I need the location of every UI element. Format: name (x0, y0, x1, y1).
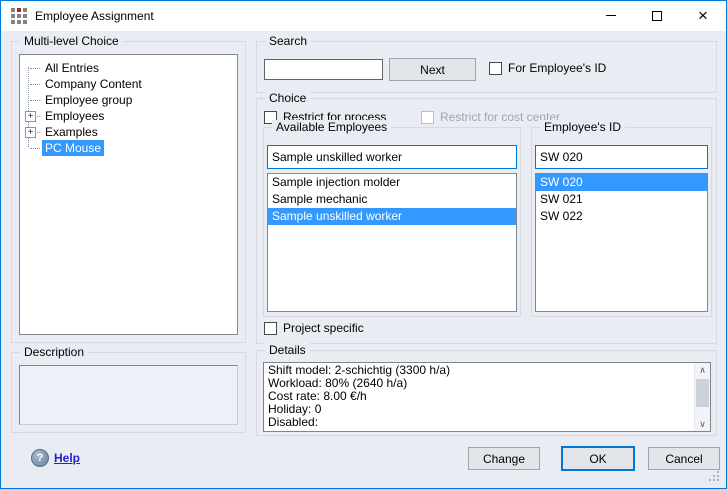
details-line: Cost rate: 8.00 €/h (268, 390, 690, 403)
list-item[interactable]: Sample injection molder (268, 174, 516, 191)
minimize-icon (606, 15, 616, 16)
tree-item-label: Examples (42, 124, 101, 140)
resize-grip[interactable] (709, 471, 721, 483)
help-link[interactable]: Help (54, 450, 80, 466)
scroll-up-icon[interactable] (695, 363, 710, 377)
description-box (19, 365, 238, 425)
list-item-label: SW 022 (540, 209, 583, 223)
tree-item[interactable]: PC Mouse (22, 140, 235, 156)
tree-item-label: Employee group (42, 92, 135, 108)
maximize-icon (652, 11, 662, 21)
scroll-down-icon[interactable] (695, 417, 710, 431)
search-group-label: Search (265, 34, 311, 48)
tree-item[interactable]: Examples (22, 124, 235, 140)
choice-group: Choice Restrict for process Restrict for… (256, 98, 717, 344)
description-group: Description (11, 352, 246, 433)
details-scrollbar[interactable] (694, 363, 710, 431)
expand-plus-icon[interactable] (25, 111, 36, 122)
project-specific-label: Project specific (283, 320, 364, 336)
list-item-label: Sample unskilled worker (272, 209, 402, 223)
employee-id-input[interactable] (535, 145, 708, 169)
list-item[interactable]: SW 020 (536, 174, 707, 191)
details-box: Shift model: 2-schichtig (3300 h/a) Work… (263, 362, 711, 432)
window-controls (588, 1, 726, 31)
multi-level-choice-label: Multi-level Choice (20, 34, 123, 48)
window-title: Employee Assignment (35, 1, 154, 31)
description-label: Description (20, 345, 88, 359)
employees-id-list[interactable]: SW 020 SW 021 SW 022 (535, 173, 708, 312)
search-group: Search Next For Employee's ID (256, 41, 717, 93)
for-employees-id-label: For Employee's ID (508, 60, 606, 76)
maximize-button[interactable] (634, 1, 680, 30)
help-icon[interactable] (31, 449, 49, 467)
available-employees-list[interactable]: Sample injection molder Sample mechanic … (267, 173, 517, 312)
details-text: Shift model: 2-schichtig (3300 h/a) Work… (264, 363, 694, 431)
choice-group-label: Choice (265, 91, 310, 105)
close-button[interactable] (680, 1, 726, 30)
tree-item-label: All Entries (42, 60, 102, 76)
for-employees-id-checkbox[interactable] (489, 62, 502, 75)
list-item-label: Sample mechanic (272, 192, 367, 206)
employees-id-label: Employee's ID (540, 120, 625, 134)
project-specific-checkbox[interactable] (264, 322, 277, 335)
list-item[interactable]: SW 022 (536, 208, 707, 225)
tree-item[interactable]: Employees (22, 108, 235, 124)
multi-level-tree[interactable]: All Entries Company Content Employee gro… (19, 54, 238, 335)
list-item[interactable]: Sample unskilled worker (268, 208, 516, 225)
tree-item-label: Employees (42, 108, 107, 124)
minimize-button[interactable] (588, 1, 634, 30)
next-button[interactable]: Next (389, 58, 476, 81)
list-item[interactable]: Sample mechanic (268, 191, 516, 208)
employee-assignment-dialog: Employee Assignment Multi-level Choice A… (0, 0, 727, 489)
multi-level-choice-group: Multi-level Choice All Entries Company C… (11, 41, 246, 343)
close-icon (698, 11, 708, 21)
ok-button[interactable]: OK (561, 446, 635, 471)
app-icon (11, 8, 27, 24)
tree-item-label: PC Mouse (42, 140, 104, 156)
details-label: Details (265, 343, 310, 357)
cancel-button[interactable]: Cancel (648, 447, 720, 470)
tree-item[interactable]: Employee group (22, 92, 235, 108)
list-item[interactable]: SW 021 (536, 191, 707, 208)
available-employee-input[interactable] (267, 145, 517, 169)
employees-id-group: Employee's ID SW 020 SW 021 SW 022 (531, 127, 712, 317)
list-item-label: Sample injection molder (272, 175, 400, 189)
tree-item-label: Company Content (42, 76, 145, 92)
tree-item[interactable]: All Entries (22, 60, 235, 76)
list-item-label: SW 020 (540, 175, 583, 189)
details-group: Details Shift model: 2-schichtig (3300 h… (256, 350, 717, 436)
available-employees-label: Available Employees (272, 120, 391, 134)
change-button[interactable]: Change (468, 447, 540, 470)
details-line: Disabled: (268, 416, 690, 429)
list-item-label: SW 021 (540, 192, 583, 206)
details-line: Holiday: 0 (268, 403, 690, 416)
scrollbar-thumb[interactable] (696, 379, 709, 407)
restrict-for-cost-center-checkbox (421, 111, 434, 124)
search-input[interactable] (264, 59, 383, 80)
titlebar[interactable]: Employee Assignment (1, 1, 726, 31)
expand-plus-icon[interactable] (25, 127, 36, 138)
available-employees-group: Available Employees Sample injection mol… (263, 127, 521, 317)
tree-item[interactable]: Company Content (22, 76, 235, 92)
